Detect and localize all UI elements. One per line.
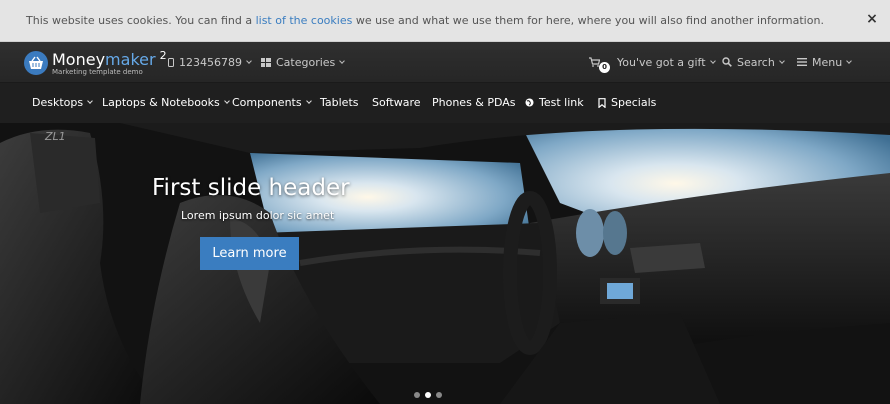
nav-item-tablets[interactable]: Tablets [320,96,359,109]
chevron-down-icon [709,57,716,64]
search-dropdown[interactable]: Search [722,55,785,69]
nav-item-test-link[interactable]: Test link [525,96,584,109]
nav-label: Specials [611,96,657,109]
slider-dot[interactable] [436,392,442,398]
logo-tagline: Marketing template demo [52,68,143,76]
chevron-down-icon [846,57,853,64]
grid-icon [261,57,271,67]
gift-label: You've got a gift [617,55,706,69]
slider-dot-active[interactable] [425,392,431,398]
chevron-down-icon [305,98,312,104]
cookie-message: This website uses cookies. You can find … [0,14,850,27]
svg-text:ZL1: ZL1 [44,130,66,143]
slider-pagination [414,392,442,398]
logo[interactable]: Moneymaker 2 Marketing template demo [24,50,167,76]
cookie-text-end: we use and what we use them for here, wh… [352,14,824,27]
main-navigation: Desktops Laptops & Notebooks Components … [0,82,890,123]
chevron-down-icon [778,57,785,64]
slide-subtitle: Lorem ipsum dolor sic amet [181,209,335,222]
top-header: Moneymaker 2 Marketing template demo 1234… [0,42,890,82]
logo-maker: maker [105,50,156,69]
phone-number: 123456789 [179,55,242,69]
nav-label: Test link [539,96,584,109]
learn-more-button[interactable]: Learn more [200,237,299,270]
hamburger-icon [797,58,807,66]
slide-title: First slide header [152,175,350,201]
cookie-bar: This website uses cookies. You can find … [0,0,890,42]
gift-dropdown[interactable]: You've got a gift [617,55,716,69]
cart-button[interactable]: 0 [589,55,610,73]
nav-item-components[interactable]: Components [232,96,312,109]
menu-label: Menu [812,55,843,69]
search-icon [722,57,732,67]
search-label: Search [737,55,775,69]
chevron-down-icon [87,98,93,104]
nav-item-desktops[interactable]: Desktops [32,96,93,109]
cookie-text-start: This website uses cookies. You can find … [26,14,256,27]
chevron-down-icon [223,98,230,104]
categories-dropdown[interactable]: Categories [261,55,346,69]
bookmark-icon [598,97,606,108]
basket-icon [24,51,48,75]
cookie-list-link[interactable]: list of the cookies [256,14,353,27]
nav-item-software[interactable]: Software [372,96,421,109]
logo-money: Money [52,50,106,69]
phone-dropdown[interactable]: 123456789 [168,55,252,69]
chevron-down-icon [339,57,346,64]
logo-version: 2 [159,49,167,62]
nav-label: Tablets [320,96,359,109]
globe-icon [525,98,534,107]
nav-item-laptops[interactable]: Laptops & Notebooks [102,96,230,109]
nav-item-phones[interactable]: Phones & PDAs [432,96,516,109]
chevron-down-icon [246,57,252,64]
cart-count-badge: 0 [599,62,610,73]
logo-name: Moneymaker 2 [52,50,167,68]
car-interior-image: ZL1 [0,123,890,404]
slider-dot[interactable] [414,392,420,398]
nav-item-specials[interactable]: Specials [598,96,656,109]
nav-label: Laptops & Notebooks [102,96,220,109]
categories-label: Categories [276,55,336,69]
mobile-phone-icon [168,57,174,67]
nav-label: Phones & PDAs [432,96,516,109]
nav-label: Desktops [32,96,84,109]
cookie-close-button[interactable]: × [864,11,880,27]
menu-dropdown[interactable]: Menu [797,55,853,69]
nav-label: Software [372,96,421,109]
hero-slider: ZL1 First slide header Lorem ipsum dolor… [0,123,890,404]
nav-label: Components [232,96,302,109]
